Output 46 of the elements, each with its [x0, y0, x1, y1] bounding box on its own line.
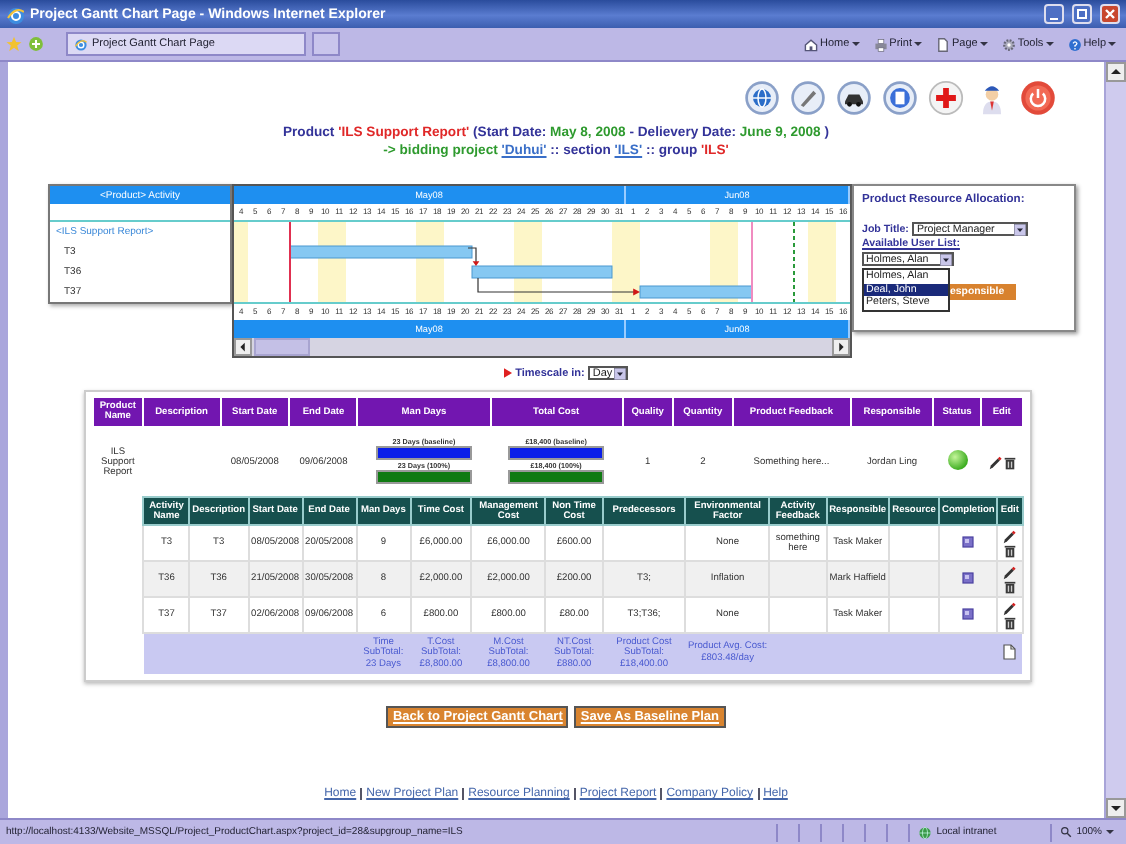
settings-icon[interactable] — [1001, 37, 1016, 51]
pencil-icon[interactable] — [987, 455, 1002, 469]
dropdown-arrow-icon[interactable] — [1014, 223, 1027, 235]
completion-icon[interactable] — [962, 571, 975, 583]
caret-icon[interactable] — [979, 40, 988, 48]
vertical-marker-line — [751, 222, 753, 302]
add-icon[interactable] — [928, 80, 964, 116]
vertical-marker-line — [289, 222, 291, 302]
dropdown-arrow-icon[interactable] — [940, 253, 952, 265]
pen-icon[interactable] — [790, 80, 826, 116]
pencil-icon[interactable] — [1002, 565, 1017, 579]
trash-icon[interactable] — [1003, 615, 1016, 629]
vertical-marker-line — [793, 222, 795, 302]
document-icon[interactable] — [882, 80, 918, 116]
pencil-icon[interactable] — [1002, 601, 1017, 615]
browser-icon — [6, 5, 24, 23]
printer-icon[interactable] — [873, 37, 888, 51]
trash-icon[interactable] — [1003, 543, 1016, 557]
caret-icon[interactable] — [1045, 40, 1054, 48]
help-icon[interactable] — [1067, 37, 1082, 51]
scroll-thumb[interactable] — [254, 338, 310, 356]
dropdown-arrow-icon[interactable] — [614, 367, 627, 379]
dependency-arrow — [467, 247, 480, 266]
caret-icon[interactable] — [1108, 40, 1116, 48]
car-icon[interactable] — [836, 80, 872, 116]
caret-icon[interactable] — [851, 40, 860, 48]
globe-icon — [918, 825, 933, 839]
power-icon[interactable] — [1020, 80, 1056, 116]
trash-icon[interactable] — [1003, 455, 1016, 469]
caret-icon[interactable] — [1106, 828, 1114, 836]
completion-icon[interactable] — [962, 607, 975, 619]
trash-icon[interactable] — [1003, 579, 1016, 593]
status-icon — [947, 450, 968, 470]
horizontal-scrollbar[interactable] — [234, 338, 850, 356]
favorites-star-icon[interactable] — [6, 36, 22, 52]
pencil-icon[interactable] — [1002, 529, 1017, 543]
gantt-bar — [471, 265, 613, 279]
gantt-bar — [639, 285, 753, 299]
zoom-icon[interactable] — [1060, 826, 1073, 838]
weekend-shading — [234, 222, 248, 302]
home-icon[interactable] — [804, 37, 818, 51]
globe-icon[interactable] — [744, 80, 780, 116]
caret-icon[interactable] — [913, 40, 922, 48]
completion-icon[interactable] — [962, 535, 975, 547]
arrow-icon — [503, 368, 512, 378]
document-icon[interactable] — [1002, 643, 1017, 660]
